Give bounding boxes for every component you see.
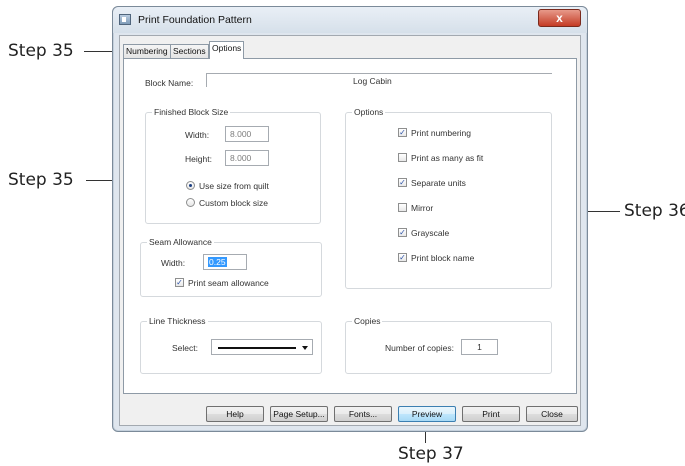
use-quilt-size-label[interactable]: Use size from quilt [199,181,269,192]
custom-block-size-radio[interactable] [186,198,195,207]
copies-group: Copies Number of copies: 1 [345,316,552,374]
grayscale-label[interactable]: Grayscale [411,228,449,239]
callout-step-35-tabs: Step 35 [8,41,74,61]
close-button[interactable]: Close [526,406,578,422]
finished-block-size-group: Finished Block Size Width: 8.000 Height:… [145,107,321,224]
print-numbering-checkbox[interactable]: ✓ [398,128,407,137]
copies-input[interactable]: 1 [461,339,498,355]
seam-allowance-title: Seam Allowance [147,237,214,247]
print-numbering-label[interactable]: Print numbering [411,128,471,139]
print-seam-allowance-checkbox[interactable]: ✓ [175,278,184,287]
print-as-many-label[interactable]: Print as many as fit [411,153,483,164]
window-title: Print Foundation Pattern [138,14,252,26]
app-window-icon [119,14,131,25]
line-thickness-select[interactable] [211,339,313,355]
options-group: Options ✓ Print numbering Print as many … [345,107,552,289]
window-close-button[interactable]: x [538,9,581,27]
line-thickness-title: Line Thickness [147,316,208,326]
print-block-name-checkbox[interactable]: ✓ [398,253,407,262]
page-setup-button[interactable]: Page Setup... [270,406,328,422]
chevron-down-icon[interactable] [302,346,308,350]
print-block-name-label[interactable]: Print block name [411,253,474,264]
finished-block-size-title: Finished Block Size [152,107,231,117]
block-width-label: Width: [185,130,210,140]
block-height-label: Height: [185,154,212,164]
fonts-button[interactable]: Fonts... [334,406,392,422]
print-foundation-dialog: Print Foundation Pattern x Numbering Sec… [112,6,588,432]
line-thickness-preview [218,347,296,349]
print-as-many-checkbox[interactable] [398,153,407,162]
mirror-label[interactable]: Mirror [411,203,433,214]
options-group-title: Options [352,107,386,117]
custom-block-size-label[interactable]: Custom block size [199,198,268,209]
separate-units-label[interactable]: Separate units [411,178,466,189]
preview-button[interactable]: Preview [398,406,456,422]
block-width-input[interactable]: 8.000 [225,126,269,142]
line-select-label: Select: [172,343,198,353]
print-button[interactable]: Print [462,406,520,422]
callout-step-37: Step 37 [398,444,464,464]
help-button[interactable]: Help [206,406,264,422]
separate-units-checkbox[interactable]: ✓ [398,178,407,187]
tab-options[interactable]: Options [209,41,245,59]
tab-numbering[interactable]: Numbering [123,44,171,59]
block-height-input[interactable]: 8.000 [225,150,269,166]
copies-label: Number of copies: [385,343,454,353]
seam-allowance-group: Seam Allowance Width: 0.25 ✓ Print seam … [140,237,322,297]
block-name-field[interactable]: Log Cabin [206,73,552,87]
print-seam-allowance-label[interactable]: Print seam allowance [188,278,269,289]
tab-sections[interactable]: Sections [170,44,209,59]
seam-width-label: Width: [161,258,186,268]
options-tab-panel: Block Name: Log Cabin Finished Block Siz… [123,58,577,394]
grayscale-checkbox[interactable]: ✓ [398,228,407,237]
seam-width-selected-value: 0.25 [208,257,227,267]
dialog-client-area: Numbering Sections Options Block Name: L… [119,35,581,426]
line-thickness-group: Line Thickness Select: [140,316,322,374]
callout-step-36: Step 36 [624,201,685,221]
title-bar[interactable]: Print Foundation Pattern x [113,7,587,33]
use-quilt-size-radio[interactable] [186,181,195,190]
callout-step-35-radio: Step 35 [8,170,74,190]
block-name-value: Log Cabin [353,76,392,86]
block-name-label: Block Name: [145,78,194,88]
seam-width-input[interactable]: 0.25 [203,254,247,270]
mirror-checkbox[interactable] [398,203,407,212]
copies-title: Copies [352,316,383,326]
